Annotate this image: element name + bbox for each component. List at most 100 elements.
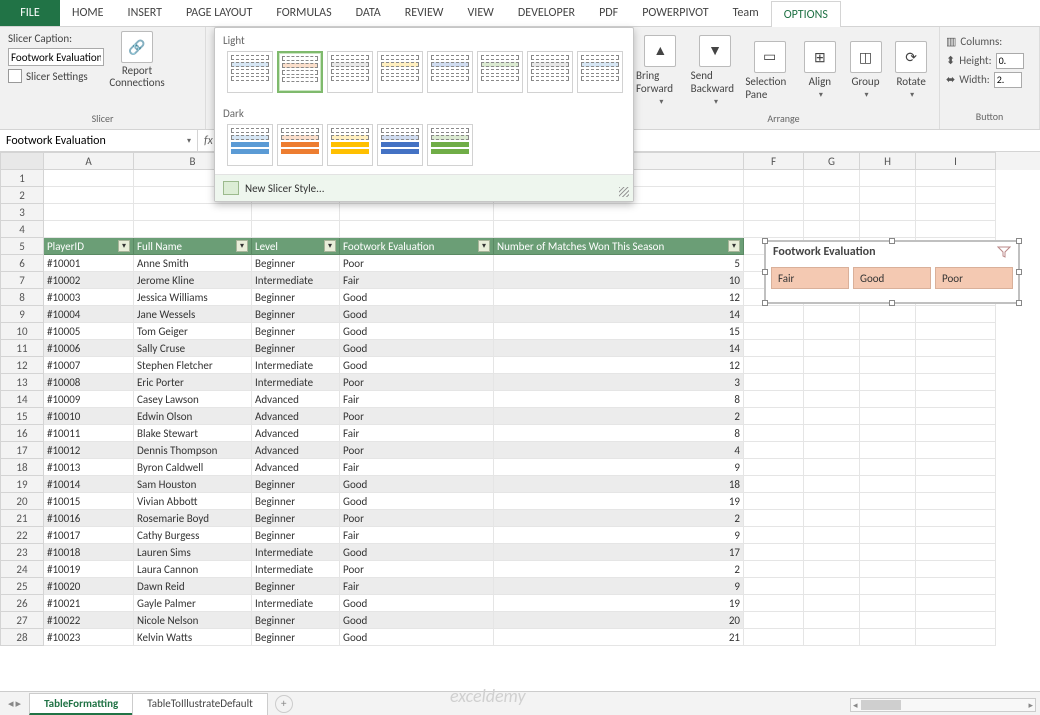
row-header[interactable]: 25 bbox=[0, 578, 44, 595]
cell[interactable] bbox=[804, 391, 860, 408]
column-header[interactable]: F bbox=[744, 152, 804, 170]
rotate-button[interactable]: ⟳Rotate▾ bbox=[891, 31, 931, 110]
cell[interactable] bbox=[860, 442, 916, 459]
cell[interactable]: Poor bbox=[340, 561, 494, 578]
slicer-pane[interactable]: Footwork Evaluation FairGoodPoor bbox=[764, 240, 1020, 304]
cell[interactable]: 14 bbox=[494, 340, 744, 357]
cell[interactable]: Anne Smith bbox=[134, 255, 252, 272]
cell[interactable] bbox=[252, 221, 340, 238]
cell[interactable]: Blake Stewart bbox=[134, 425, 252, 442]
filter-dropdown-icon[interactable]: ▾ bbox=[236, 240, 248, 252]
slicer-style-swatch[interactable] bbox=[227, 124, 273, 166]
tab-developer[interactable]: DEVELOPER bbox=[506, 0, 587, 26]
cell[interactable] bbox=[744, 476, 804, 493]
cell[interactable] bbox=[860, 544, 916, 561]
cell[interactable]: Good bbox=[340, 306, 494, 323]
row-header[interactable]: 8 bbox=[0, 289, 44, 306]
cell[interactable] bbox=[860, 510, 916, 527]
tab-pdf[interactable]: PDF bbox=[587, 0, 630, 26]
slicer-chip[interactable]: Poor bbox=[935, 267, 1013, 289]
cell[interactable]: Tom Geiger bbox=[134, 323, 252, 340]
cell[interactable]: 12 bbox=[494, 357, 744, 374]
cell[interactable] bbox=[916, 493, 996, 510]
cell[interactable]: Good bbox=[340, 357, 494, 374]
row-header[interactable]: 22 bbox=[0, 527, 44, 544]
slicer-style-swatch[interactable] bbox=[427, 51, 473, 93]
row-header[interactable]: 5 bbox=[0, 238, 44, 255]
slicer-style-swatch[interactable] bbox=[427, 124, 473, 166]
cell[interactable]: 3 bbox=[494, 374, 744, 391]
cell[interactable] bbox=[804, 578, 860, 595]
cell[interactable]: Poor bbox=[340, 255, 494, 272]
cell[interactable]: #10004 bbox=[44, 306, 134, 323]
cell[interactable]: Sam Houston bbox=[134, 476, 252, 493]
cell[interactable]: Fair bbox=[340, 425, 494, 442]
row-header[interactable]: 10 bbox=[0, 323, 44, 340]
cell[interactable]: #10014 bbox=[44, 476, 134, 493]
cell[interactable] bbox=[44, 170, 134, 187]
cell[interactable] bbox=[744, 306, 804, 323]
cell[interactable]: 8 bbox=[494, 391, 744, 408]
cell[interactable] bbox=[804, 612, 860, 629]
cell[interactable]: Stephen Fletcher bbox=[134, 357, 252, 374]
cell[interactable] bbox=[804, 510, 860, 527]
cell[interactable]: 10 bbox=[494, 272, 744, 289]
cell[interactable] bbox=[744, 493, 804, 510]
cell[interactable] bbox=[916, 204, 996, 221]
slicer-style-swatch[interactable] bbox=[377, 51, 423, 93]
cell[interactable]: #10019 bbox=[44, 561, 134, 578]
cell[interactable] bbox=[860, 306, 916, 323]
cell[interactable] bbox=[494, 221, 744, 238]
cell[interactable] bbox=[804, 493, 860, 510]
cell[interactable]: #10012 bbox=[44, 442, 134, 459]
cell[interactable] bbox=[916, 544, 996, 561]
cell[interactable] bbox=[916, 221, 996, 238]
cell[interactable] bbox=[916, 442, 996, 459]
cell[interactable] bbox=[744, 544, 804, 561]
bring-forward-button[interactable]: ▲Bring Forward▾ bbox=[636, 31, 685, 110]
cell[interactable]: Beginner bbox=[252, 306, 340, 323]
group-button[interactable]: ◫Group▾ bbox=[846, 31, 886, 110]
cell[interactable]: Byron Caldwell bbox=[134, 459, 252, 476]
cell[interactable]: 20 bbox=[494, 612, 744, 629]
cell[interactable] bbox=[744, 374, 804, 391]
tab-review[interactable]: REVIEW bbox=[393, 0, 456, 26]
cell[interactable] bbox=[340, 204, 494, 221]
cell[interactable]: Advanced bbox=[252, 459, 340, 476]
cell[interactable] bbox=[252, 204, 340, 221]
cell[interactable]: 18 bbox=[494, 476, 744, 493]
cell[interactable] bbox=[744, 425, 804, 442]
cell[interactable] bbox=[916, 408, 996, 425]
cell[interactable] bbox=[804, 476, 860, 493]
cell[interactable] bbox=[44, 187, 134, 204]
cell[interactable]: 9 bbox=[494, 459, 744, 476]
cell[interactable]: Good bbox=[340, 323, 494, 340]
filter-dropdown-icon[interactable]: ▾ bbox=[118, 240, 130, 252]
cell[interactable]: Poor bbox=[340, 374, 494, 391]
filter-dropdown-icon[interactable]: ▾ bbox=[478, 240, 490, 252]
cell[interactable]: #10022 bbox=[44, 612, 134, 629]
cell[interactable] bbox=[860, 187, 916, 204]
cell[interactable]: #10011 bbox=[44, 425, 134, 442]
cell[interactable]: Beginner bbox=[252, 323, 340, 340]
cell[interactable]: Good bbox=[340, 595, 494, 612]
cell[interactable]: Good bbox=[340, 289, 494, 306]
cell[interactable] bbox=[916, 187, 996, 204]
sheet-tab[interactable]: TableFormatting bbox=[29, 693, 133, 715]
cell[interactable]: #10020 bbox=[44, 578, 134, 595]
cell[interactable]: Beginner bbox=[252, 476, 340, 493]
cell[interactable]: Good bbox=[340, 340, 494, 357]
cell[interactable] bbox=[860, 340, 916, 357]
cell[interactable] bbox=[860, 391, 916, 408]
cell[interactable]: Intermediate bbox=[252, 357, 340, 374]
cell[interactable] bbox=[494, 204, 744, 221]
cell[interactable] bbox=[916, 476, 996, 493]
cell[interactable] bbox=[804, 408, 860, 425]
cell[interactable]: Eric Porter bbox=[134, 374, 252, 391]
cell[interactable] bbox=[916, 595, 996, 612]
cell[interactable] bbox=[860, 221, 916, 238]
cell[interactable] bbox=[744, 221, 804, 238]
cell[interactable] bbox=[744, 408, 804, 425]
tab-team[interactable]: Team bbox=[721, 0, 771, 26]
cell[interactable]: Fair bbox=[340, 459, 494, 476]
